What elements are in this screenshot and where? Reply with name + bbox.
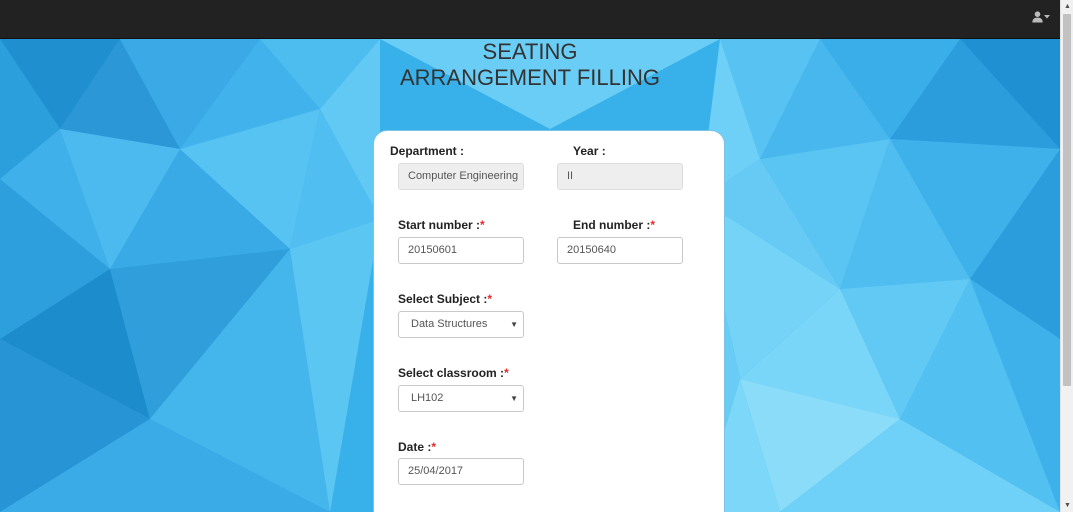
- start-number-value: 20150601: [408, 244, 457, 256]
- department-value: Computer Engineering: [408, 170, 519, 182]
- page-title-line1: SEATING: [482, 39, 578, 64]
- end-number-label: End number :*: [573, 218, 655, 232]
- top-navbar: [0, 0, 1060, 39]
- end-number-input[interactable]: 20150640: [557, 237, 683, 264]
- subject-label: Select Subject :*: [398, 292, 492, 306]
- required-marker: *: [487, 292, 493, 306]
- caret-down-icon: [1044, 15, 1050, 19]
- required-marker: *: [480, 218, 485, 232]
- page-title-line2: ARRANGEMENT FILLING: [400, 65, 660, 90]
- scroll-up-arrow-icon[interactable]: ▲: [1061, 0, 1073, 13]
- date-label: Date :*: [398, 440, 436, 454]
- scroll-down-arrow-icon[interactable]: ▼: [1061, 499, 1073, 512]
- end-number-value: 20150640: [567, 244, 616, 256]
- required-marker: *: [504, 366, 509, 380]
- classroom-selected-value: LH102: [411, 392, 444, 404]
- department-field: Computer Engineering: [398, 163, 524, 190]
- year-value: II: [567, 170, 574, 182]
- department-label-text: Department :: [390, 144, 465, 158]
- year-field: II: [557, 163, 683, 190]
- required-marker: *: [650, 218, 656, 232]
- subject-select[interactable]: Data Structures ▼: [398, 311, 524, 338]
- subject-selected-value: Data Structures: [411, 318, 488, 330]
- date-input[interactable]: 25/04/2017: [398, 458, 524, 485]
- chevron-down-icon: ▼: [510, 394, 518, 403]
- year-label-text: Year :: [573, 144, 606, 158]
- scrollbar-thumb[interactable]: [1063, 14, 1071, 386]
- chevron-down-icon: ▼: [510, 320, 518, 329]
- start-number-input[interactable]: 20150601: [398, 237, 524, 264]
- end-number-label-text: End number :: [573, 218, 651, 232]
- user-icon: [1032, 11, 1043, 23]
- seating-form-card: Department : Year : Computer Engineering…: [373, 130, 725, 512]
- required-marker: *: [431, 440, 437, 454]
- classroom-select[interactable]: LH102 ▼: [398, 385, 524, 412]
- vertical-scrollbar[interactable]: ▲ ▼: [1060, 0, 1073, 512]
- date-label-text: Date :: [398, 440, 432, 454]
- start-number-label-text: Start number :: [398, 218, 481, 232]
- year-label: Year :: [573, 144, 606, 158]
- start-number-label: Start number :*: [398, 218, 485, 232]
- subject-label-text: Select Subject :: [398, 292, 488, 306]
- classroom-label-text: Select classroom :: [398, 366, 505, 380]
- classroom-label: Select classroom :*: [398, 366, 509, 380]
- department-label: Department :: [390, 144, 464, 158]
- date-value: 25/04/2017: [408, 465, 464, 477]
- page-title: SEATING ARRANGEMENT FILLING: [330, 39, 730, 91]
- user-menu-toggle[interactable]: [1032, 11, 1050, 23]
